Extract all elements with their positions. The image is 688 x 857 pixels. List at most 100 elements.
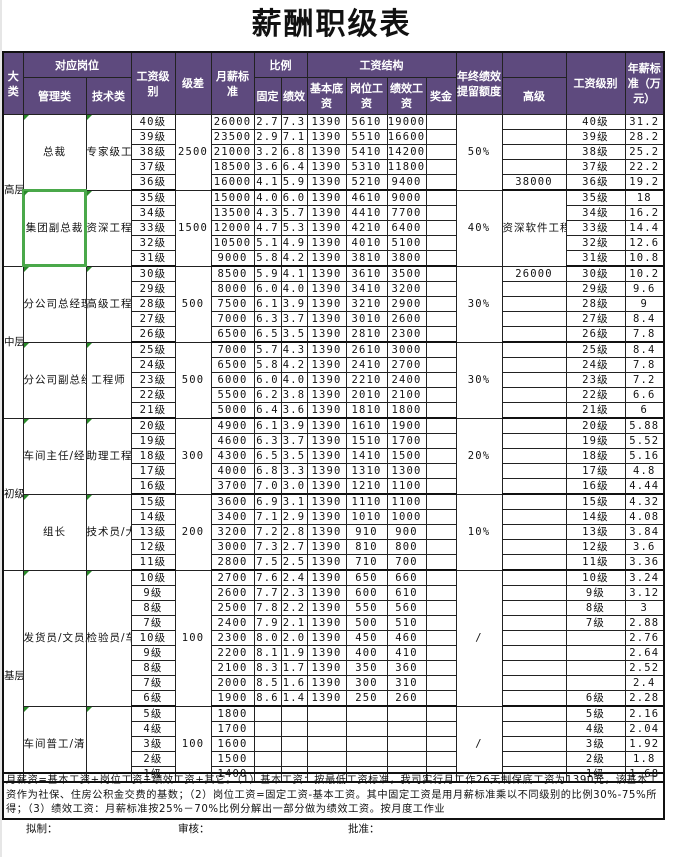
base-wage-cell[interactable]: 1390	[306, 159, 347, 175]
grade-cell[interactable]: 10级	[130, 630, 176, 646]
monthly-standard-cell[interactable]: 7000	[210, 311, 255, 327]
annual-standard-cell[interactable]: 4.8	[624, 463, 665, 479]
grade2-cell[interactable]: 29级	[565, 281, 626, 297]
annual-standard-cell[interactable]: 14.4	[624, 220, 665, 236]
performance-ratio-cell[interactable]: 3.3	[280, 463, 308, 479]
fixed-ratio-cell[interactable]	[253, 721, 282, 737]
grade-cell[interactable]: 15级	[130, 493, 176, 510]
post-wage-cell[interactable]: 810	[345, 539, 388, 555]
performance-wage-cell[interactable]: 3800	[386, 250, 427, 267]
annual-standard-cell[interactable]: 3.6	[624, 539, 665, 555]
post-wage-cell[interactable]: 1410	[345, 448, 388, 464]
post-wage-cell[interactable]: 3010	[345, 311, 388, 327]
grade-cell[interactable]: 39级	[130, 129, 176, 145]
fixed-ratio-cell[interactable]: 6.5	[253, 448, 282, 464]
annual-standard-cell[interactable]: 8.4	[624, 341, 665, 358]
monthly-standard-cell[interactable]: 6500	[210, 326, 255, 343]
base-wage-cell[interactable]: 1390	[306, 630, 347, 646]
performance-wage-cell[interactable]: 260	[386, 690, 427, 707]
senior-cell[interactable]: 38000	[501, 174, 567, 191]
base-wage-cell[interactable]: 1390	[306, 357, 347, 373]
performance-wage-cell[interactable]: 410	[386, 645, 427, 661]
grade2-cell[interactable]: 23级	[565, 372, 626, 388]
performance-wage-cell[interactable]: 3200	[386, 281, 427, 297]
annual-standard-cell[interactable]: 3.12	[624, 585, 665, 601]
performance-ratio-cell[interactable]: 2.5	[280, 554, 308, 571]
performance-ratio-cell[interactable]: 6.8	[280, 144, 308, 160]
post-wage-cell[interactable]: 5610	[345, 114, 388, 130]
post-wage-cell[interactable]: 350	[345, 660, 388, 676]
bonus-cell[interactable]	[425, 159, 457, 175]
monthly-standard-cell[interactable]: 7500	[210, 296, 255, 312]
fixed-ratio-cell[interactable]: 6.0	[253, 372, 282, 388]
monthly-standard-cell[interactable]: 1500	[210, 751, 255, 767]
grade2-cell[interactable]	[565, 675, 626, 691]
base-wage-cell[interactable]: 1390	[306, 600, 347, 616]
senior-cell[interactable]	[501, 539, 567, 555]
performance-ratio-cell[interactable]: 3.5	[280, 448, 308, 464]
grade-cell[interactable]: 34级	[130, 205, 176, 221]
monthly-standard-cell[interactable]: 2800	[210, 554, 255, 571]
annual-standard-cell[interactable]: 18	[624, 189, 665, 206]
grade-cell[interactable]: 14级	[130, 509, 176, 525]
base-wage-cell[interactable]: 1390	[306, 281, 347, 297]
grade2-cell[interactable]: 15级	[565, 493, 626, 510]
monthly-standard-cell[interactable]: 3700	[210, 478, 255, 495]
senior-cell[interactable]	[501, 281, 567, 297]
grade-cell[interactable]: 6级	[130, 690, 176, 707]
post-wage-cell[interactable]: 4410	[345, 205, 388, 221]
base-wage-cell[interactable]: 1390	[306, 402, 347, 419]
senior-cell[interactable]	[501, 311, 567, 327]
bonus-cell[interactable]	[425, 615, 457, 631]
monthly-standard-cell[interactable]: 3200	[210, 524, 255, 540]
grade2-cell[interactable]: 35级	[565, 189, 626, 206]
performance-wage-cell[interactable]: 1100	[386, 493, 427, 510]
performance-ratio-cell[interactable]: 2.2	[280, 600, 308, 616]
category-cell[interactable]: 高层	[2, 114, 24, 267]
post-wage-cell[interactable]: 1310	[345, 463, 388, 479]
grade2-cell[interactable]: 13级	[565, 524, 626, 540]
annual-standard-cell[interactable]: 25.2	[624, 144, 665, 160]
base-wage-cell[interactable]: 1390	[306, 114, 347, 130]
bonus-cell[interactable]	[425, 660, 457, 676]
monthly-standard-cell[interactable]: 9000	[210, 250, 255, 267]
grade2-cell[interactable]: 10级	[565, 569, 626, 586]
annual-standard-cell[interactable]: 2.64	[624, 645, 665, 661]
performance-wage-cell[interactable]: 700	[386, 554, 427, 571]
performance-ratio-cell[interactable]: 3.8	[280, 387, 308, 403]
monthly-standard-cell[interactable]: 2600	[210, 585, 255, 601]
grade-cell[interactable]: 25级	[130, 341, 176, 358]
annual-standard-cell[interactable]: 5.88	[624, 417, 665, 434]
bonus-cell[interactable]	[425, 554, 457, 571]
monthly-standard-cell[interactable]: 3400	[210, 509, 255, 525]
performance-wage-cell[interactable]: 2300	[386, 326, 427, 343]
base-wage-cell[interactable]: 1390	[306, 448, 347, 464]
performance-wage-cell[interactable]: 900	[386, 524, 427, 540]
performance-wage-cell[interactable]: 560	[386, 600, 427, 616]
grade-cell[interactable]: 18级	[130, 448, 176, 464]
post-wage-cell[interactable]: 5410	[345, 144, 388, 160]
performance-ratio-cell[interactable]: 3.1	[280, 493, 308, 510]
post-wage-cell[interactable]: 600	[345, 585, 388, 601]
bonus-cell[interactable]	[425, 736, 457, 752]
monthly-standard-cell[interactable]: 4900	[210, 417, 255, 434]
senior-cell[interactable]	[501, 660, 567, 676]
grade-cell[interactable]: 17级	[130, 463, 176, 479]
annual-standard-cell[interactable]: 8.4	[624, 311, 665, 327]
grade2-cell[interactable]: 32级	[565, 235, 626, 251]
post-wage-cell[interactable]: 550	[345, 600, 388, 616]
base-wage-cell[interactable]: 1390	[306, 645, 347, 661]
grade-cell[interactable]: 22级	[130, 387, 176, 403]
annual-standard-cell[interactable]: 4.44	[624, 478, 665, 495]
grade-cell[interactable]: 12级	[130, 539, 176, 555]
post-wage-cell[interactable]	[345, 721, 388, 737]
technical-position-cell[interactable]	[85, 705, 132, 783]
base-wage-cell[interactable]: 1390	[306, 174, 347, 191]
performance-ratio-cell[interactable]: 4.0	[280, 281, 308, 297]
grade-cell[interactable]: 8级	[130, 660, 176, 676]
senior-cell[interactable]	[501, 569, 567, 586]
annual-standard-cell[interactable]: 19.2	[624, 174, 665, 191]
senior-cell[interactable]	[501, 585, 567, 601]
senior-cell[interactable]	[501, 296, 567, 312]
grade-cell[interactable]: 30级	[130, 265, 176, 282]
